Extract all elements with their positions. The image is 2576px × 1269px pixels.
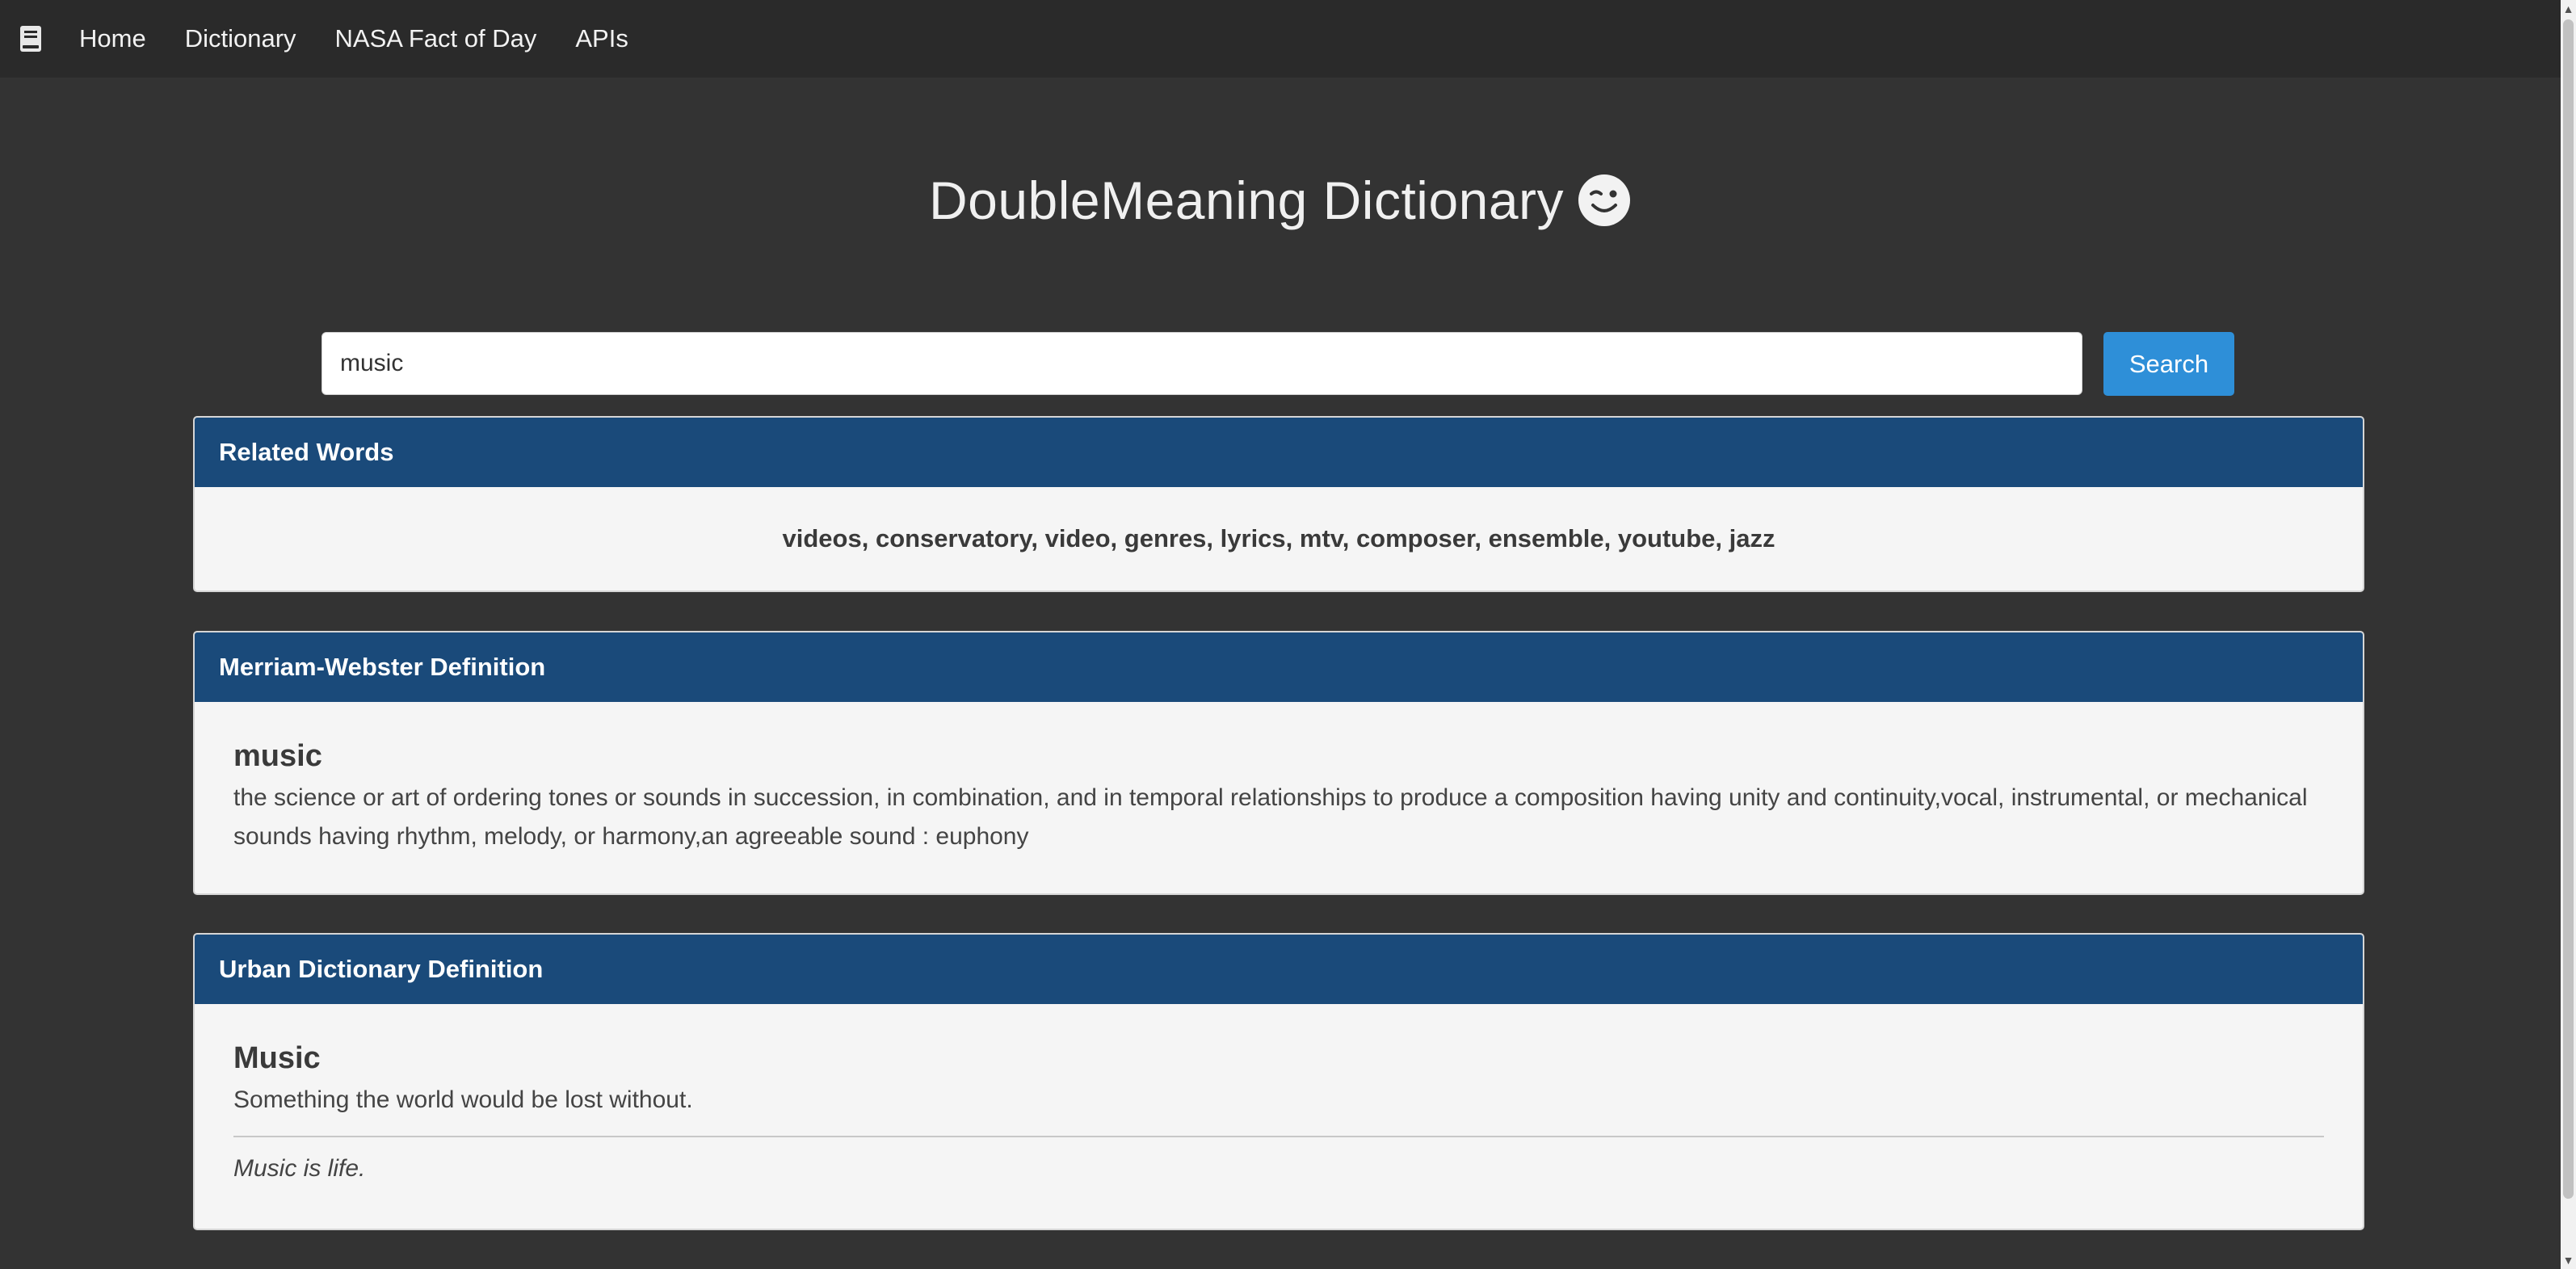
merriam-webster-panel: Merriam-Webster Definition music the sci… <box>193 631 2364 895</box>
panel-heading: Related Words <box>195 418 2363 487</box>
top-navbar: Home Dictionary NASA Fact of Day APIs <box>0 0 2561 78</box>
nav-link-nasa-fact[interactable]: NASA Fact of Day <box>335 0 537 78</box>
book-icon[interactable] <box>19 25 42 53</box>
search-input[interactable] <box>321 332 2082 395</box>
divider <box>233 1136 2324 1137</box>
scroll-up-icon[interactable]: ▲ <box>2561 0 2576 18</box>
panel-heading: Urban Dictionary Definition <box>195 935 2363 1004</box>
search-button[interactable]: Search <box>2103 332 2234 396</box>
example-text: Music is life. <box>233 1155 366 1182</box>
urban-dictionary-panel: Urban Dictionary Definition Music Someth… <box>193 933 2364 1230</box>
scrollbar-thumb[interactable] <box>2563 19 2574 1199</box>
definition-word: Music <box>233 1041 321 1075</box>
nav-link-apis[interactable]: APIs <box>575 0 628 78</box>
nav-link-home[interactable]: Home <box>79 0 146 78</box>
wink-emoji-icon <box>1578 174 1631 226</box>
page: Home Dictionary NASA Fact of Day APIs Do… <box>0 0 2576 1269</box>
related-words-panel: Related Words videos, conservatory, vide… <box>193 416 2364 592</box>
title-row: DoubleMeaning Dictionary <box>0 170 2561 231</box>
definition-word: music <box>233 739 322 773</box>
panel-heading: Merriam-Webster Definition <box>195 632 2363 702</box>
definition-text: the science or art of ordering tones or … <box>233 784 2308 850</box>
related-words-list: videos, conservatory, video, genres, lyr… <box>782 524 1775 553</box>
scroll-down-icon[interactable]: ▼ <box>2561 1251 2576 1269</box>
definition-text: Something the world would be lost withou… <box>233 1086 693 1113</box>
vertical-scrollbar[interactable]: ▲ ▼ <box>2561 0 2576 1269</box>
page-title: DoubleMeaning Dictionary <box>928 170 1565 230</box>
nav-link-dictionary[interactable]: Dictionary <box>185 0 296 78</box>
